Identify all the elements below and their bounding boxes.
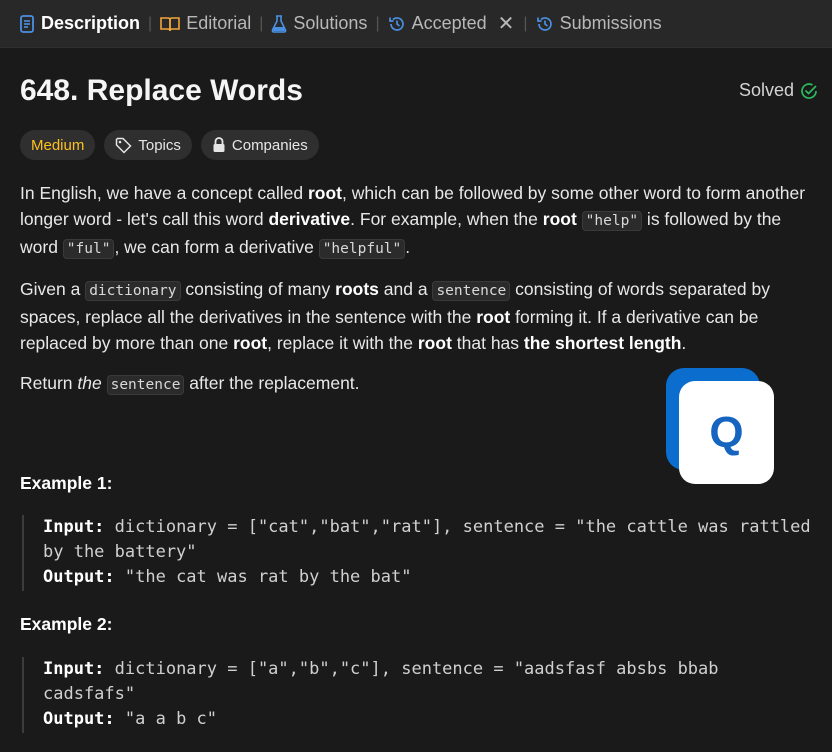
- bold-text: root: [542, 209, 577, 229]
- inline-code: dictionary: [85, 281, 181, 301]
- bold-text: the shortest length: [523, 333, 682, 353]
- bold-text: root: [233, 333, 268, 353]
- tab-accepted[interactable]: Accepted: [383, 0, 492, 48]
- tab-editorial-label: Editorial: [186, 13, 252, 33]
- check-circle-icon: [801, 82, 817, 99]
- tab-submissions[interactable]: Submissions: [531, 0, 667, 48]
- text: .: [681, 333, 687, 353]
- topics-button[interactable]: Topics: [104, 130, 192, 160]
- tab-editorial[interactable]: Editorial: [155, 0, 256, 48]
- tab-accepted-label: Accepted: [411, 13, 487, 33]
- example-1-block: Input: dictionary = ["cat","bat","rat"],…: [22, 515, 812, 591]
- tab-submissions-label: Submissions: [559, 13, 662, 33]
- output-value: "a a b c": [114, 709, 218, 729]
- difficulty-badge: Medium: [20, 130, 96, 160]
- italic-text: the: [77, 373, 102, 393]
- output-key: Output:: [43, 709, 115, 729]
- topics-label: Topics: [138, 136, 181, 154]
- text: [577, 209, 582, 229]
- output-value: "the cat was rat by the bat": [114, 567, 412, 587]
- text: after the replacement.: [184, 373, 360, 393]
- lock-icon: [213, 137, 225, 152]
- input-value: dictionary = ["cat","bat","rat"], senten…: [43, 517, 821, 562]
- text: that has: [451, 333, 524, 353]
- book-icon: [160, 16, 180, 31]
- floating-app-icon[interactable]: Q: [666, 368, 774, 484]
- bold-text: derivative: [268, 209, 351, 229]
- flask-icon: [271, 14, 287, 33]
- companies-label: Companies: [231, 136, 308, 154]
- tab-solutions-label: Solutions: [293, 13, 368, 33]
- history-icon: [536, 16, 552, 31]
- difficulty-label: Medium: [31, 136, 85, 154]
- tab-solutions[interactable]: Solutions: [266, 0, 372, 48]
- output-key: Output:: [43, 567, 115, 587]
- text: , replace it with the: [267, 333, 418, 353]
- bold-text: root: [307, 183, 342, 203]
- text: Given a: [20, 279, 86, 299]
- text: , we can form a derivative: [114, 237, 319, 257]
- tab-separator: |: [375, 14, 380, 32]
- solved-status: Solved: [739, 80, 818, 101]
- app-icon-face: Q: [679, 381, 774, 484]
- text: .: [405, 237, 411, 257]
- inline-code: "ful": [62, 239, 115, 259]
- tag-icon: [116, 137, 132, 154]
- app-icon-letter: Q: [709, 407, 744, 457]
- inline-code: sentence: [106, 375, 185, 395]
- companies-button[interactable]: Companies: [200, 130, 319, 160]
- problem-tags: Medium Topics Companies: [20, 130, 319, 160]
- inline-code: "helpful": [318, 239, 406, 259]
- bold-text: roots: [335, 279, 379, 299]
- text: consisting of many: [180, 279, 336, 299]
- description-paragraph-1: In English, we have a concept called roo…: [20, 180, 820, 262]
- input-key: Input:: [43, 517, 105, 537]
- text: [102, 373, 107, 393]
- tab-separator: |: [259, 14, 264, 32]
- input-value: dictionary = ["a","b","c"], sentence = "…: [43, 659, 729, 704]
- document-icon: [20, 14, 34, 33]
- text: Return: [20, 373, 78, 393]
- example-1-label: Example 1:: [20, 473, 113, 493]
- example-2-label: Example 2:: [20, 614, 113, 634]
- text: and a: [378, 279, 433, 299]
- tab-separator: |: [148, 14, 153, 32]
- tab-separator: |: [523, 14, 528, 32]
- history-icon: [388, 16, 404, 31]
- problem-title[interactable]: 648. Replace Words: [20, 74, 303, 108]
- description-paragraph-2: Given a dictionary consisting of many ro…: [20, 276, 820, 356]
- input-key: Input:: [43, 659, 105, 679]
- text: In English, we have a concept called: [20, 183, 308, 203]
- tab-bar: Description | Editorial | Solutions | Ac…: [0, 0, 832, 48]
- text: . For example, when the: [350, 209, 543, 229]
- bold-text: root: [417, 333, 452, 353]
- close-icon[interactable]: ✕: [498, 11, 515, 36]
- inline-code: "help": [581, 211, 643, 231]
- inline-code: sentence: [432, 281, 511, 301]
- example-2-block: Input: dictionary = ["a","b","c"], sente…: [22, 657, 812, 733]
- bold-text: root: [476, 307, 511, 327]
- solved-label: Solved: [738, 80, 794, 100]
- tab-description-label: Description: [41, 13, 141, 33]
- tab-description[interactable]: Description: [14, 0, 145, 48]
